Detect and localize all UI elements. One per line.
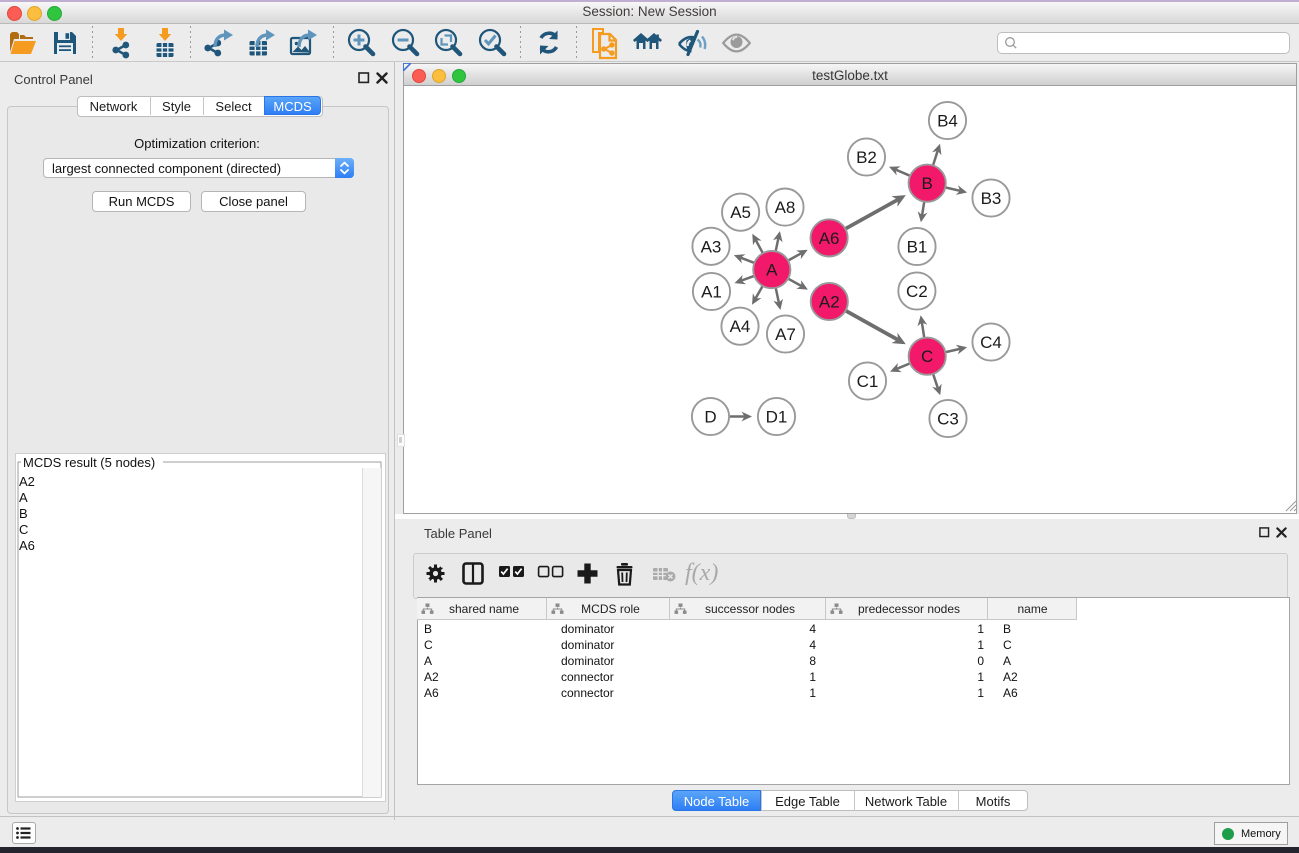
svg-text:A3: A3 <box>701 237 722 256</box>
svg-text:A: A <box>766 261 778 280</box>
svg-text:A7: A7 <box>775 325 796 344</box>
svg-text:A4: A4 <box>730 317 751 336</box>
svg-text:D: D <box>704 408 716 427</box>
svg-text:C1: C1 <box>857 372 879 391</box>
svg-text:A1: A1 <box>701 283 722 302</box>
svg-text:A5: A5 <box>730 203 751 222</box>
svg-text:B4: B4 <box>937 112 958 131</box>
svg-text:B1: B1 <box>907 238 928 257</box>
svg-text:B: B <box>922 174 933 193</box>
svg-text:C4: C4 <box>980 333 1002 352</box>
svg-text:C2: C2 <box>906 282 928 301</box>
svg-text:B3: B3 <box>981 189 1002 208</box>
svg-text:C3: C3 <box>937 410 959 429</box>
svg-text:A2: A2 <box>819 293 840 312</box>
svg-text:A6: A6 <box>819 229 840 248</box>
svg-text:D1: D1 <box>766 408 788 427</box>
svg-text:A8: A8 <box>775 198 796 217</box>
svg-text:B2: B2 <box>856 148 877 167</box>
svg-text:C: C <box>921 347 933 366</box>
